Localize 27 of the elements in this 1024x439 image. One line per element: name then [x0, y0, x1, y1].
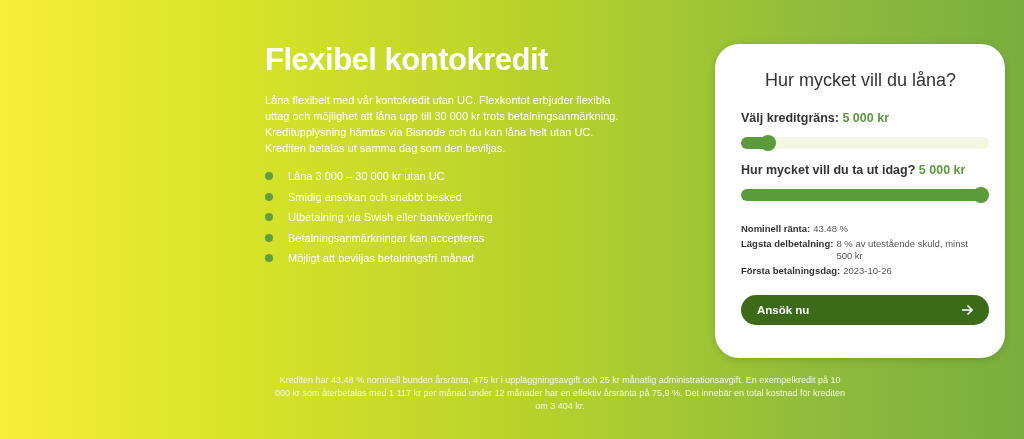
feature-text: Smidig ansökan och snabbt besked [288, 190, 462, 203]
detail-value: 2023-10-26 [843, 265, 892, 277]
calculator-title: Hur mycket vill du låna? [763, 70, 958, 91]
feature-text: Utbetalning via Swish eller banköverföring [288, 211, 493, 224]
bullet-icon [265, 254, 273, 263]
slider-thumb[interactable] [759, 135, 776, 151]
slider-thumb[interactable] [973, 187, 989, 203]
bullet-icon [265, 172, 273, 181]
bullet-icon [265, 233, 273, 242]
detail-label: Första betalningsdag: [741, 265, 841, 277]
detail-value: 8 % av utestående skuld, minst 500 kr [836, 238, 969, 262]
slider-label: Välj kreditgräns: 5 000 kr [741, 111, 890, 125]
slider-track[interactable] [741, 137, 989, 149]
bullet-icon [265, 192, 273, 201]
slider-label: Hur mycket vill du ta ut idag? 5 000 kr [741, 163, 967, 177]
description-text: Låna flexibelt med vår kontokredit utan UC. Flexkontot erbjuder flexibla uttag och möjlighet att låna upp till 30 000 kr trots betalningsanmärkning. Kreditupplysning hämtas via Bisnode och du kan låna helt utan UC. Krediten betalas ut samma dag som den beviljas. [265, 93, 620, 156]
page-title: Flexibel kontokredit [265, 42, 549, 78]
disclaimer-text: Krediten har 43,48 % nominell bunden årsränta, 475 kr i uppläggningsavgift och 25 kr månatlig administrationsavgift. En exempelkredit på 10 000 kr som återbetalas med 1 117 kr per månad under 12 månader har en effektiv årsränta på 75,9 %. Det innebär en total kostnad för krediten om 3 404 kr. [275, 374, 845, 413]
apply-button[interactable]: Ansök nu [741, 295, 989, 325]
feature-text: Låna 3 000 – 30 000 kr utan UC [288, 170, 445, 183]
arrow-right-icon [961, 304, 973, 316]
detail-value: 43.48 % [813, 223, 849, 235]
feature-text: Möjligt att beviljas betalningsfri månad [288, 252, 474, 265]
bullet-icon [265, 213, 273, 222]
detail-label: Nominell ränta: [741, 223, 811, 235]
feature-text: Betalningsanmärkningar kan accepteras [288, 231, 485, 244]
detail-label: Lägsta delbetalning: [741, 238, 834, 251]
